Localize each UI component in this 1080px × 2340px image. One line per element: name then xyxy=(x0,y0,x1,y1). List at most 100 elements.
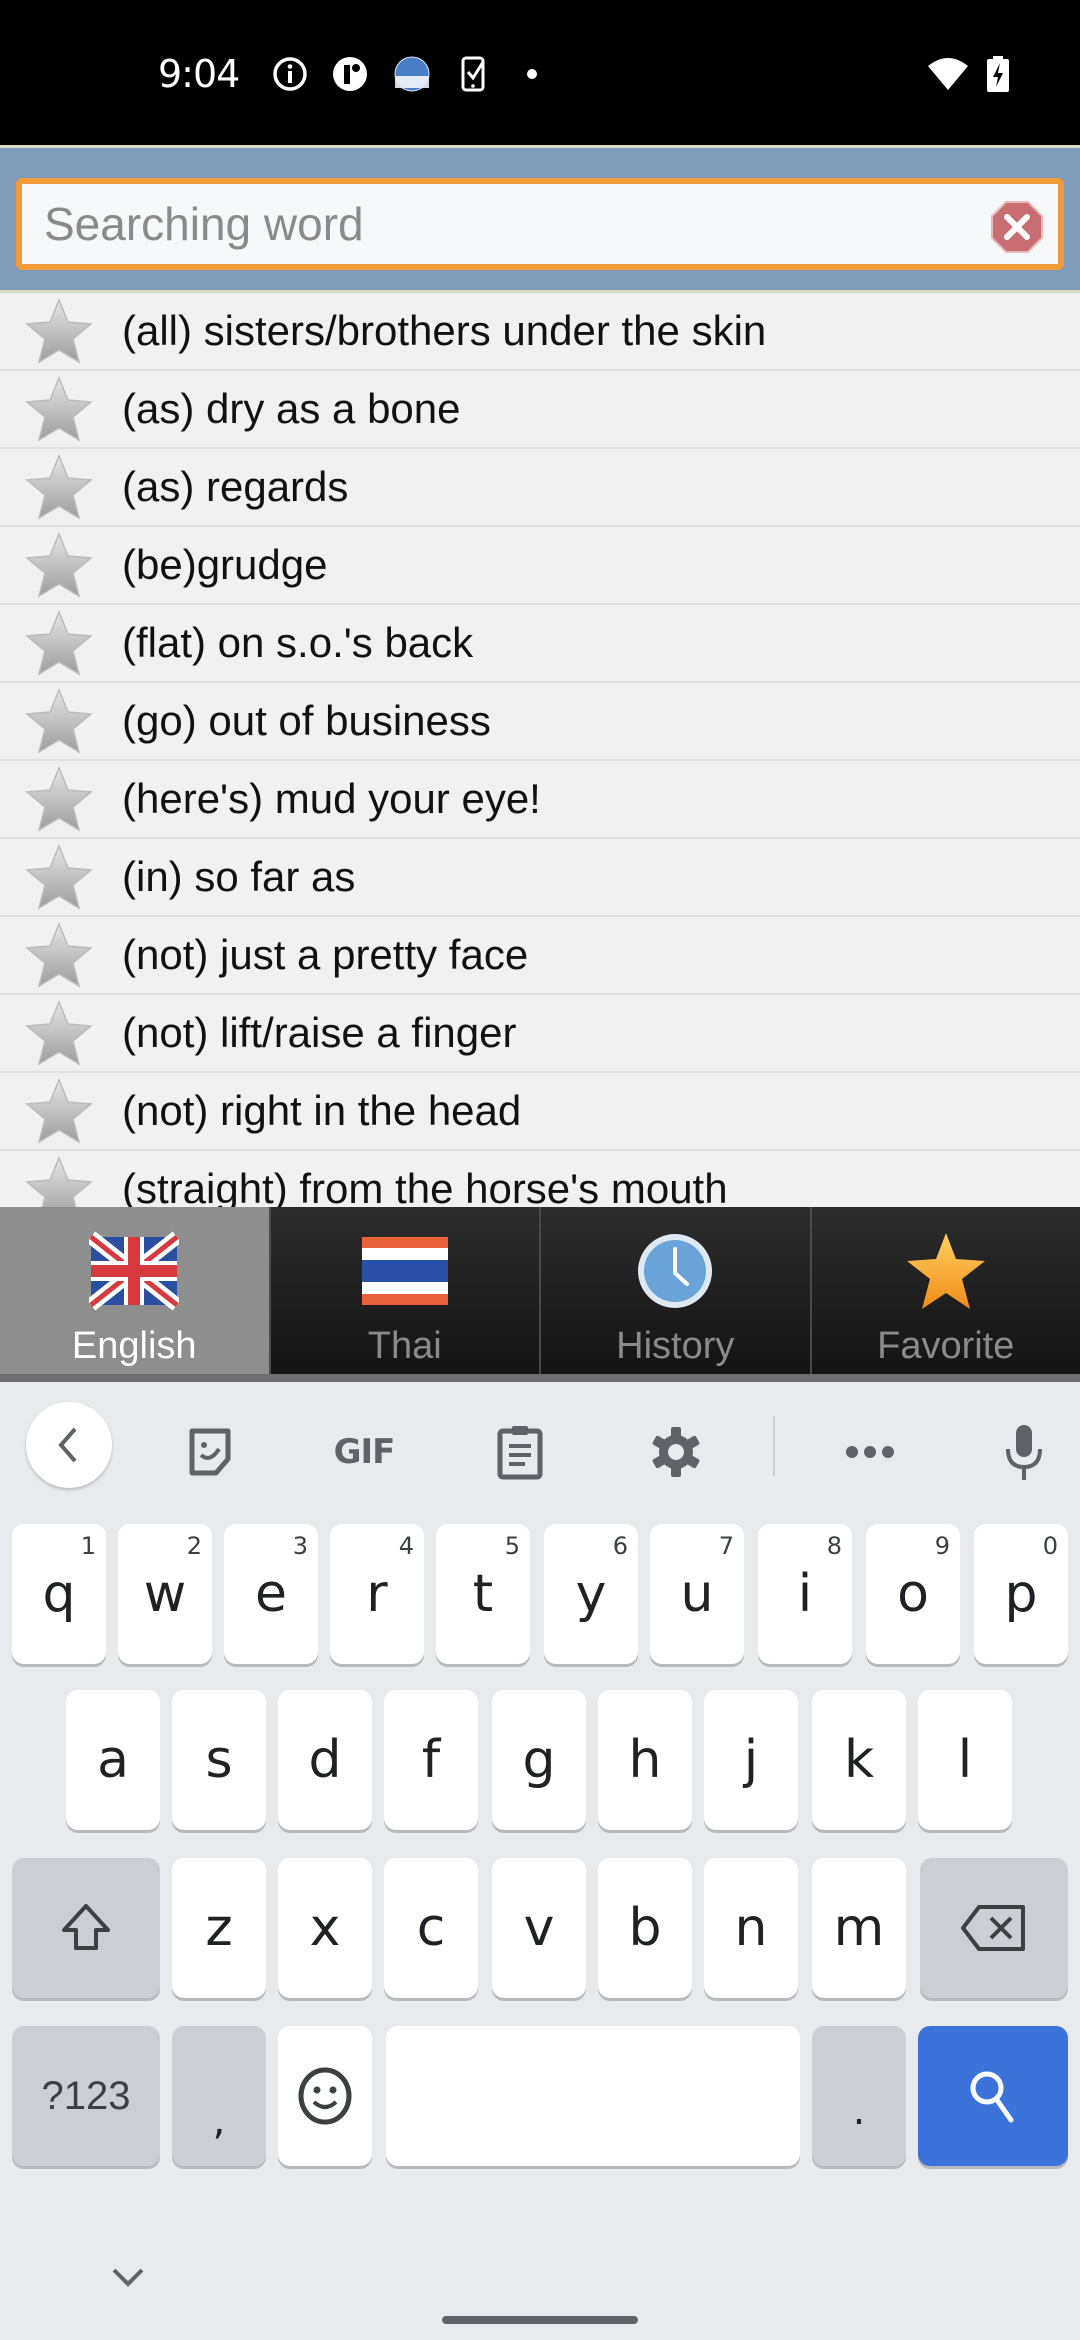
key-p[interactable]: 0p xyxy=(974,1524,1068,1664)
key-x[interactable]: x xyxy=(278,1858,372,1998)
shift-key[interactable] xyxy=(12,1858,160,1998)
word-text: (all) sisters/brothers under the skin xyxy=(122,307,767,354)
search-box[interactable] xyxy=(16,178,1064,270)
settings-button[interactable] xyxy=(634,1410,718,1494)
list-item[interactable]: (as) dry as a bone xyxy=(0,371,1080,449)
list-item[interactable]: (not) right in the head xyxy=(0,1073,1080,1151)
clear-search-icon[interactable] xyxy=(990,200,1044,254)
test-app-icon xyxy=(394,56,430,92)
key-label: . xyxy=(852,2088,866,2134)
list-item[interactable]: (in) so far as xyxy=(0,839,1080,917)
favorite-star-icon[interactable] xyxy=(24,608,94,678)
list-item[interactable]: (not) just a pretty face xyxy=(0,917,1080,995)
word-text: (not) right in the head xyxy=(122,1087,522,1134)
key-r[interactable]: 4r xyxy=(330,1524,424,1664)
tab-thai[interactable]: Thai xyxy=(268,1207,539,1374)
bottom-tab-bar: English Thai History Favorite xyxy=(0,1207,1080,1382)
key-g[interactable]: g xyxy=(492,1690,586,1830)
key-label: ?123 xyxy=(41,2073,131,2118)
tab-history[interactable]: History xyxy=(539,1207,810,1374)
key-j[interactable]: j xyxy=(704,1690,798,1830)
key-c[interactable]: c xyxy=(384,1858,478,1998)
word-text: (not) just a pretty face xyxy=(122,931,529,978)
key-w[interactable]: 2w xyxy=(118,1524,212,1664)
word-list[interactable]: (all) sisters/brothers under the skin (a… xyxy=(0,293,1080,1207)
key-label: u xyxy=(680,1564,714,1624)
sticker-button[interactable] xyxy=(168,1410,252,1494)
clipboard-button[interactable] xyxy=(478,1410,562,1494)
favorite-star-icon[interactable] xyxy=(24,998,94,1068)
key-u[interactable]: 7u xyxy=(650,1524,744,1664)
tab-favorite[interactable]: Favorite xyxy=(809,1207,1080,1374)
favorite-star-icon[interactable] xyxy=(24,1076,94,1146)
list-item[interactable]: (as) regards xyxy=(0,449,1080,527)
favorite-star-icon[interactable] xyxy=(24,1154,94,1207)
key-hint: 2 xyxy=(186,1532,202,1560)
status-time: 9:04 xyxy=(158,52,240,96)
toolbar-back-button[interactable] xyxy=(26,1402,112,1488)
thai-flag-icon xyxy=(361,1237,448,1305)
key-m[interactable]: m xyxy=(812,1858,906,1998)
key-label: t xyxy=(472,1564,494,1624)
toolbar-divider xyxy=(773,1416,775,1476)
key-q[interactable]: 1q xyxy=(12,1524,106,1664)
wifi-icon xyxy=(928,58,968,90)
keyboard-hide-chevron-icon[interactable] xyxy=(108,2262,148,2292)
favorite-star-icon[interactable] xyxy=(24,920,94,990)
key-t[interactable]: 5t xyxy=(436,1524,530,1664)
gif-button[interactable]: GIF xyxy=(322,1410,406,1494)
key-i[interactable]: 8i xyxy=(758,1524,852,1664)
favorite-star-icon[interactable] xyxy=(24,374,94,444)
search-input[interactable] xyxy=(44,198,964,250)
key-hint: 4 xyxy=(398,1532,414,1560)
key-o[interactable]: 9o xyxy=(866,1524,960,1664)
key-l[interactable]: l xyxy=(918,1690,1012,1830)
emoji-smiley-icon xyxy=(298,2067,352,2125)
key-f[interactable]: f xyxy=(384,1690,478,1830)
favorite-star-icon[interactable] xyxy=(24,764,94,834)
key-v[interactable]: v xyxy=(492,1858,586,1998)
key-hint: 5 xyxy=(504,1532,520,1560)
key-e[interactable]: 3e xyxy=(224,1524,318,1664)
symbols-key[interactable]: ?123 xyxy=(12,2026,160,2166)
clock-icon xyxy=(638,1234,713,1308)
tab-english[interactable]: English xyxy=(0,1207,269,1374)
list-item[interactable]: (flat) on s.o.'s back xyxy=(0,605,1080,683)
list-item[interactable]: (be)grudge xyxy=(0,527,1080,605)
list-item[interactable]: (all) sisters/brothers under the skin xyxy=(0,293,1080,371)
emoji-key[interactable] xyxy=(278,2026,372,2166)
key-label: x xyxy=(309,1898,341,1958)
more-options-button[interactable] xyxy=(828,1410,912,1494)
search-action-key[interactable] xyxy=(918,2026,1068,2166)
list-item[interactable]: (straight) from the horse's mouth xyxy=(0,1151,1080,1207)
favorite-star-icon[interactable] xyxy=(24,296,94,366)
favorite-star-icon[interactable] xyxy=(24,686,94,756)
period-key[interactable]: . xyxy=(812,2026,906,2166)
comma-key[interactable]: , xyxy=(172,2026,266,2166)
list-item[interactable]: (go) out of business xyxy=(0,683,1080,761)
key-h[interactable]: h xyxy=(598,1690,692,1830)
key-a[interactable]: a xyxy=(66,1690,160,1830)
backspace-key[interactable] xyxy=(920,1858,1068,1998)
key-label: h xyxy=(628,1730,662,1790)
key-d[interactable]: d xyxy=(278,1690,372,1830)
clipboard-icon xyxy=(497,1426,543,1480)
key-y[interactable]: 6y xyxy=(544,1524,638,1664)
key-label: , xyxy=(212,2098,226,2144)
navigation-handle[interactable] xyxy=(442,2316,638,2324)
favorite-star-icon[interactable] xyxy=(24,452,94,522)
key-z[interactable]: z xyxy=(172,1858,266,1998)
space-key[interactable] xyxy=(386,2026,800,2166)
key-n[interactable]: n xyxy=(704,1858,798,1998)
key-b[interactable]: b xyxy=(598,1858,692,1998)
list-item[interactable]: (not) lift/raise a finger xyxy=(0,995,1080,1073)
list-item[interactable]: (here's) mud your eye! xyxy=(0,761,1080,839)
key-hint: 8 xyxy=(826,1532,842,1560)
favorite-star-icon[interactable] xyxy=(24,842,94,912)
key-hint: 6 xyxy=(612,1532,628,1560)
favorite-star-icon[interactable] xyxy=(24,530,94,600)
key-s[interactable]: s xyxy=(172,1690,266,1830)
tab-label: Thai xyxy=(367,1325,442,1367)
voice-input-button[interactable] xyxy=(982,1410,1066,1494)
key-k[interactable]: k xyxy=(812,1690,906,1830)
